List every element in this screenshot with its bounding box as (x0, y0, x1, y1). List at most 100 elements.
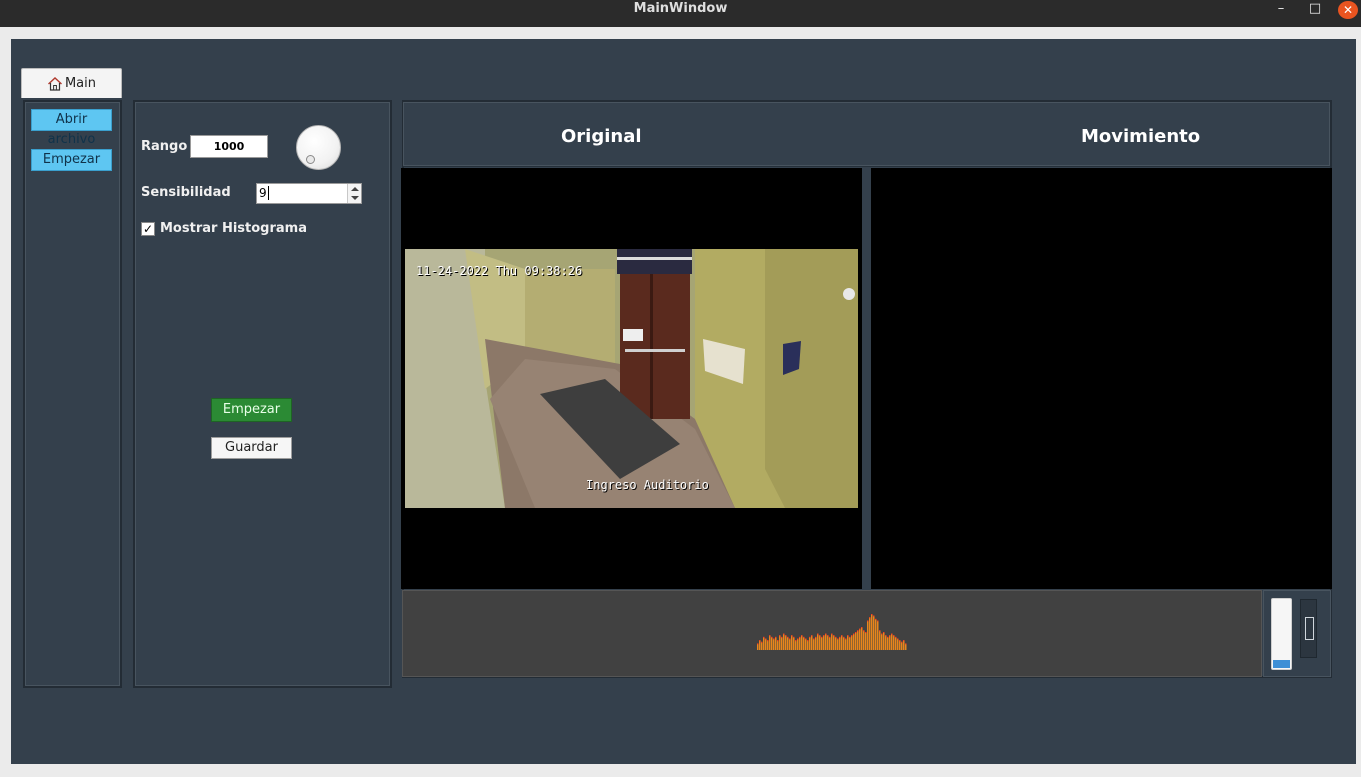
histogram-bar (759, 640, 761, 650)
histogram-bar-top (791, 635, 793, 637)
motion-video-view (871, 168, 1332, 589)
histogram-bar (853, 633, 855, 650)
histogram-bar-top (847, 635, 849, 637)
histogram-bar (851, 635, 853, 650)
histogram-bar-top (903, 640, 905, 642)
save-button[interactable]: Guardar (211, 437, 292, 459)
minimize-button[interactable]: – (1271, 1, 1291, 19)
sensibilidad-label: Sensibilidad (141, 185, 231, 200)
close-button[interactable]: ✕ (1338, 1, 1358, 19)
histogram-bar-top (889, 635, 891, 637)
histogram-bar (783, 633, 785, 650)
histogram-bar (815, 636, 817, 650)
maximize-button[interactable]: □ (1305, 1, 1325, 19)
histogram-bar (885, 635, 887, 650)
histogram-bar (811, 635, 813, 650)
level-slider[interactable] (1271, 598, 1292, 670)
histogram-bar (825, 633, 827, 650)
histogram-bar (861, 627, 863, 650)
histogram-bar-top (769, 635, 771, 637)
start-button[interactable]: Empezar (211, 398, 292, 422)
tab-main-label: Main (64, 76, 97, 91)
histogram-bar-top (799, 636, 801, 638)
histogram-bar (847, 635, 849, 650)
histogram-bar (761, 641, 763, 650)
rango-label: Rango (141, 139, 188, 154)
histogram-bar-top (851, 635, 853, 637)
histogram-bar-top (901, 641, 903, 643)
spin-arrows[interactable] (347, 184, 361, 203)
histogram-bar-top (881, 633, 883, 635)
histogram-bar (813, 638, 815, 650)
histogram-bar-top (783, 633, 785, 635)
dial-knob (306, 155, 315, 164)
histogram-bar (839, 636, 841, 650)
open-file-button[interactable]: Abrir archivo (31, 109, 112, 147)
histogram-bar-top (795, 640, 797, 642)
histogram-bar-top (893, 635, 895, 637)
histogram-bar (895, 636, 897, 650)
histogram-bar-top (793, 636, 795, 638)
histogram-bar-top (859, 628, 861, 630)
histogram-bar (831, 633, 833, 650)
histogram-bar (823, 635, 825, 650)
histogram-bar-top (905, 643, 907, 645)
splitter-handle[interactable] (1300, 599, 1317, 658)
histogram-bar-top (805, 638, 807, 640)
spin-down-icon[interactable] (351, 196, 359, 200)
histogram-bar-top (885, 635, 887, 637)
histogram-bar (875, 618, 877, 650)
histogram-bar (869, 617, 871, 650)
level-slider-fill (1273, 659, 1290, 668)
tab-main[interactable]: Main (21, 68, 122, 98)
histogram-bar-top (837, 638, 839, 640)
histogram-bar (881, 633, 883, 650)
histogram-bar-top (821, 636, 823, 638)
histogram-bar-top (809, 636, 811, 638)
histogram-bar (821, 636, 823, 650)
histogram-bar-top (877, 620, 879, 622)
histogram-bar (859, 628, 861, 650)
home-icon (47, 76, 62, 91)
histogram-bar-top (897, 638, 899, 640)
histogram-bar-top (807, 640, 809, 642)
histogram-bar (765, 638, 767, 650)
histogram-bar (795, 640, 797, 650)
histogram-bar-top (839, 636, 841, 638)
histogram-bar (889, 635, 891, 650)
histogram-bar (791, 635, 793, 650)
histogram-bar-top (879, 630, 881, 632)
show-histogram-checkbox[interactable]: ✓ (141, 222, 155, 236)
motion-header: Movimiento (1081, 126, 1201, 147)
histogram-bar (773, 638, 775, 650)
title-bar: MainWindow – □ ✕ (0, 0, 1361, 27)
histogram-chart (757, 614, 907, 650)
histogram-bar-top (891, 633, 893, 635)
histogram-bar-top (819, 635, 821, 637)
rango-input[interactable]: 1000 (190, 135, 268, 158)
histogram-bar-top (779, 635, 781, 637)
histogram-bar-top (863, 630, 865, 632)
histogram-bar (769, 635, 771, 650)
histogram-bar (899, 640, 901, 650)
sidebar-start-button[interactable]: Empezar (31, 149, 112, 171)
histogram-bar-top (841, 635, 843, 637)
histogram-bar-top (899, 640, 901, 642)
sensibilidad-spinbox[interactable]: 9 (256, 183, 362, 204)
histogram-bar (805, 638, 807, 650)
histogram-bar (819, 635, 821, 650)
histogram-bar (841, 635, 843, 650)
histogram-bar (901, 641, 903, 650)
grip-icon (1305, 617, 1314, 640)
histogram-bar-top (883, 632, 885, 633)
histogram-bar (797, 638, 799, 650)
histogram-bar-top (833, 635, 835, 637)
histogram-bar (845, 638, 847, 650)
histogram-bar (893, 635, 895, 650)
histogram-bar-top (781, 636, 783, 638)
histogram-bar (785, 635, 787, 650)
spin-up-icon[interactable] (351, 187, 359, 191)
histogram-bar-top (861, 627, 863, 629)
histogram-bar (863, 630, 865, 650)
rango-dial[interactable] (296, 125, 341, 170)
